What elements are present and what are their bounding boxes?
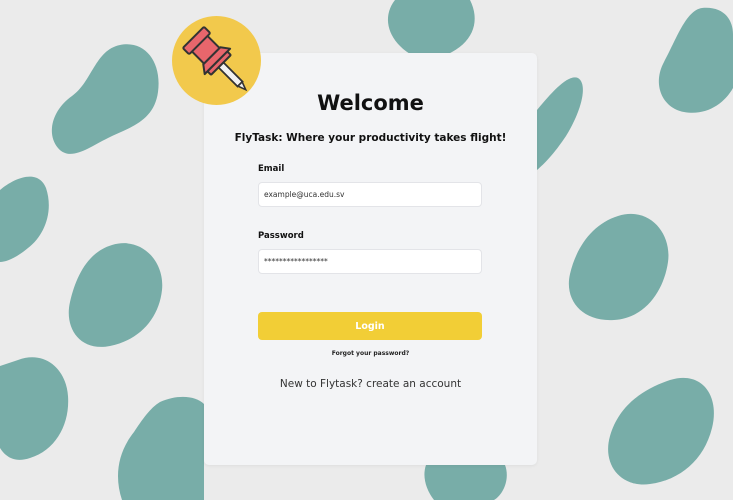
create-account-link[interactable]: New to Flytask? create an account (204, 378, 537, 390)
password-label: Password (258, 231, 304, 241)
pushpin-icon (182, 26, 248, 92)
blob-shape (537, 77, 583, 170)
email-label: Email (258, 164, 285, 174)
blob-shape (424, 465, 507, 500)
blob-shape (118, 396, 204, 500)
blob-shape (0, 357, 69, 460)
pin-badge (172, 16, 261, 105)
forgot-password-link[interactable]: Forgot your password? (204, 350, 537, 357)
blob-shape (51, 44, 159, 154)
blob-shape (608, 377, 714, 485)
login-button[interactable]: Login (258, 312, 482, 340)
blob-shape (658, 7, 733, 113)
blob-shape (387, 0, 475, 60)
login-card: Welcome FlyTask: Where your productivity… (204, 53, 537, 465)
password-field[interactable] (258, 249, 482, 274)
email-field[interactable] (258, 182, 482, 207)
blob-shape (68, 243, 163, 347)
blob-shape (568, 213, 669, 321)
blob-shape (0, 176, 49, 262)
tagline: FlyTask: Where your productivity takes f… (234, 132, 507, 144)
